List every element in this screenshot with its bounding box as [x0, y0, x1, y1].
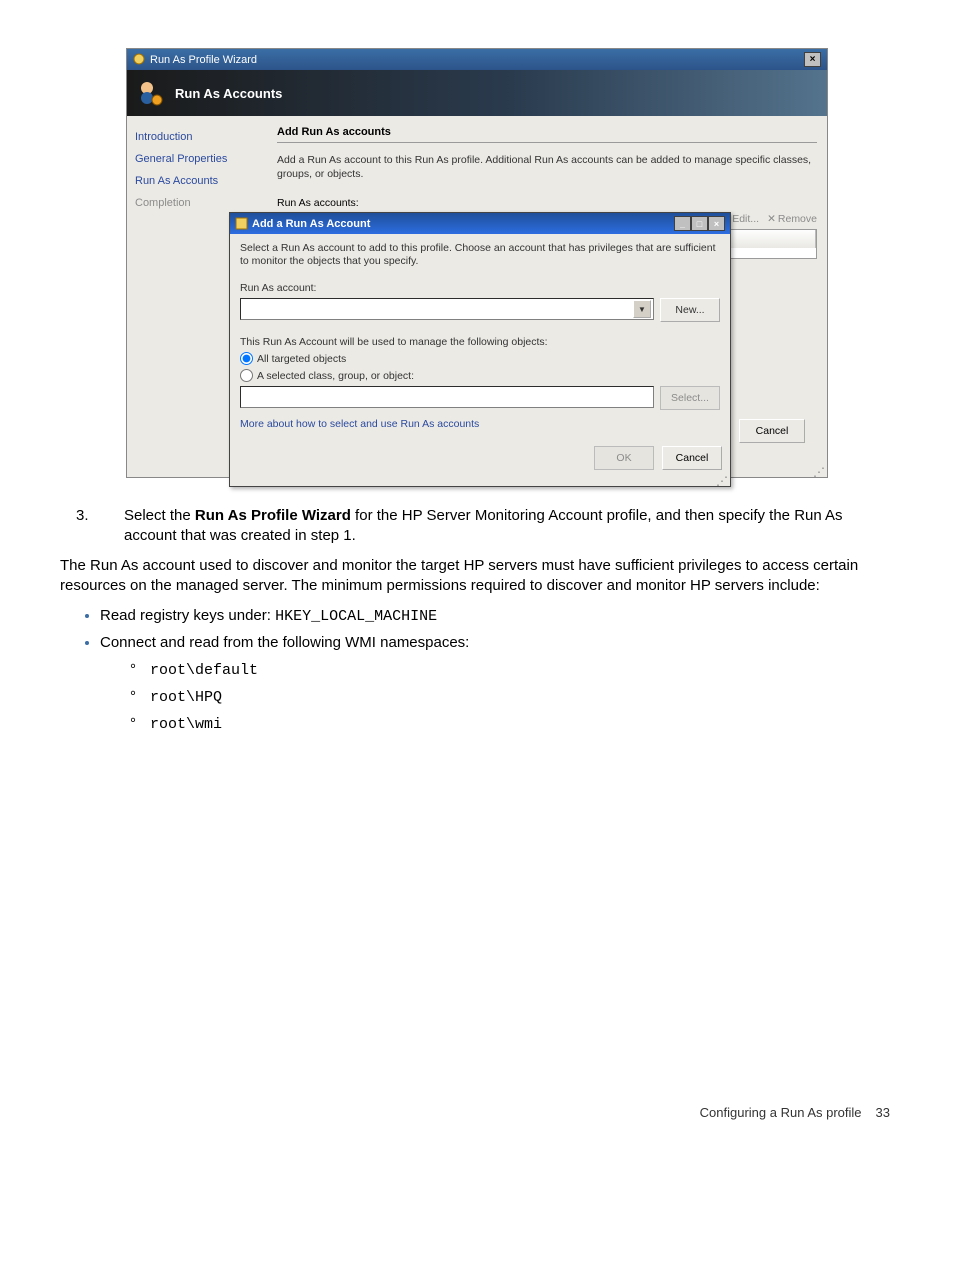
selected-object-input[interactable]	[240, 386, 654, 408]
banner-text: Run As Accounts	[175, 86, 282, 101]
nav-general-properties[interactable]: General Properties	[135, 148, 275, 170]
ns-root-hpq: root\HPQ	[130, 687, 894, 708]
cancel-button[interactable]: Cancel	[739, 419, 805, 443]
close-icon[interactable]: ×	[804, 52, 821, 67]
wizard-banner: Run As Accounts	[127, 70, 827, 116]
bullet-wmi-namespaces: Connect and read from the following WMI …	[100, 633, 894, 734]
intro-text: Add a Run As account to this Run As prof…	[277, 153, 817, 181]
chevron-down-icon: ▼	[633, 300, 651, 318]
nav-completion: Completion	[135, 192, 275, 214]
footer-text: Configuring a Run As profile	[700, 1105, 862, 1120]
dialog-title: Add a Run As Account	[252, 218, 674, 230]
page-footer: Configuring a Run As profile 33	[60, 1105, 894, 1120]
page-number: 33	[876, 1105, 890, 1120]
manage-objects-label: This Run As Account will be used to mana…	[240, 336, 720, 348]
wizard-title: Run As Profile Wizard	[150, 54, 804, 66]
x-icon: ✕	[767, 213, 776, 225]
privileges-paragraph: The Run As account used to discover and …	[60, 556, 894, 596]
app-icon	[133, 53, 146, 66]
wizard-titlebar: Run As Profile Wizard ×	[127, 49, 827, 70]
remove-button: ✕Remove	[767, 213, 817, 225]
document-body: 3.Select the Run As Profile Wizard for t…	[60, 506, 894, 735]
radio-selected-class[interactable]: A selected class, group, or object:	[240, 369, 720, 382]
divider	[277, 142, 817, 143]
add-run-as-account-dialog: Add a Run As Account _ □ × Select a Run …	[229, 212, 731, 487]
cancel-button[interactable]: Cancel	[662, 446, 722, 470]
runas-account-dropdown[interactable]: ▼	[240, 298, 654, 320]
dialog-titlebar: Add a Run As Account _ □ ×	[230, 213, 730, 234]
nav-introduction[interactable]: Introduction	[135, 126, 275, 148]
step-3: 3.Select the Run As Profile Wizard for t…	[100, 506, 894, 546]
dialog-icon	[235, 217, 248, 230]
resize-grip[interactable]: ⋰	[230, 476, 730, 486]
select-button: Select...	[660, 386, 720, 410]
bullet-read-registry: Read registry keys under: HKEY_LOCAL_MAC…	[100, 606, 894, 627]
dialog-description: Select a Run As account to add to this p…	[240, 242, 720, 268]
accounts-label: Run As accounts:	[277, 197, 817, 209]
ns-root-default: root\default	[130, 660, 894, 681]
maximize-icon[interactable]: □	[691, 216, 708, 231]
minimize-icon[interactable]: _	[674, 216, 691, 231]
runas-account-label: Run As account:	[240, 282, 720, 294]
new-button[interactable]: New...	[660, 298, 720, 322]
section-title: Add Run As accounts	[277, 126, 817, 138]
radio-all-targeted[interactable]: All targeted objects	[240, 352, 720, 365]
nav-run-as-accounts[interactable]: Run As Accounts	[135, 170, 275, 192]
more-about-link[interactable]: More about how to select and use Run As …	[240, 418, 720, 430]
ns-root-wmi: root\wmi	[130, 714, 894, 735]
ok-button: OK	[594, 446, 654, 470]
banner-icon	[133, 76, 167, 110]
close-icon[interactable]: ×	[708, 216, 725, 231]
wizard-screenshot: Run As Profile Wizard × Run As Accounts …	[126, 48, 828, 478]
